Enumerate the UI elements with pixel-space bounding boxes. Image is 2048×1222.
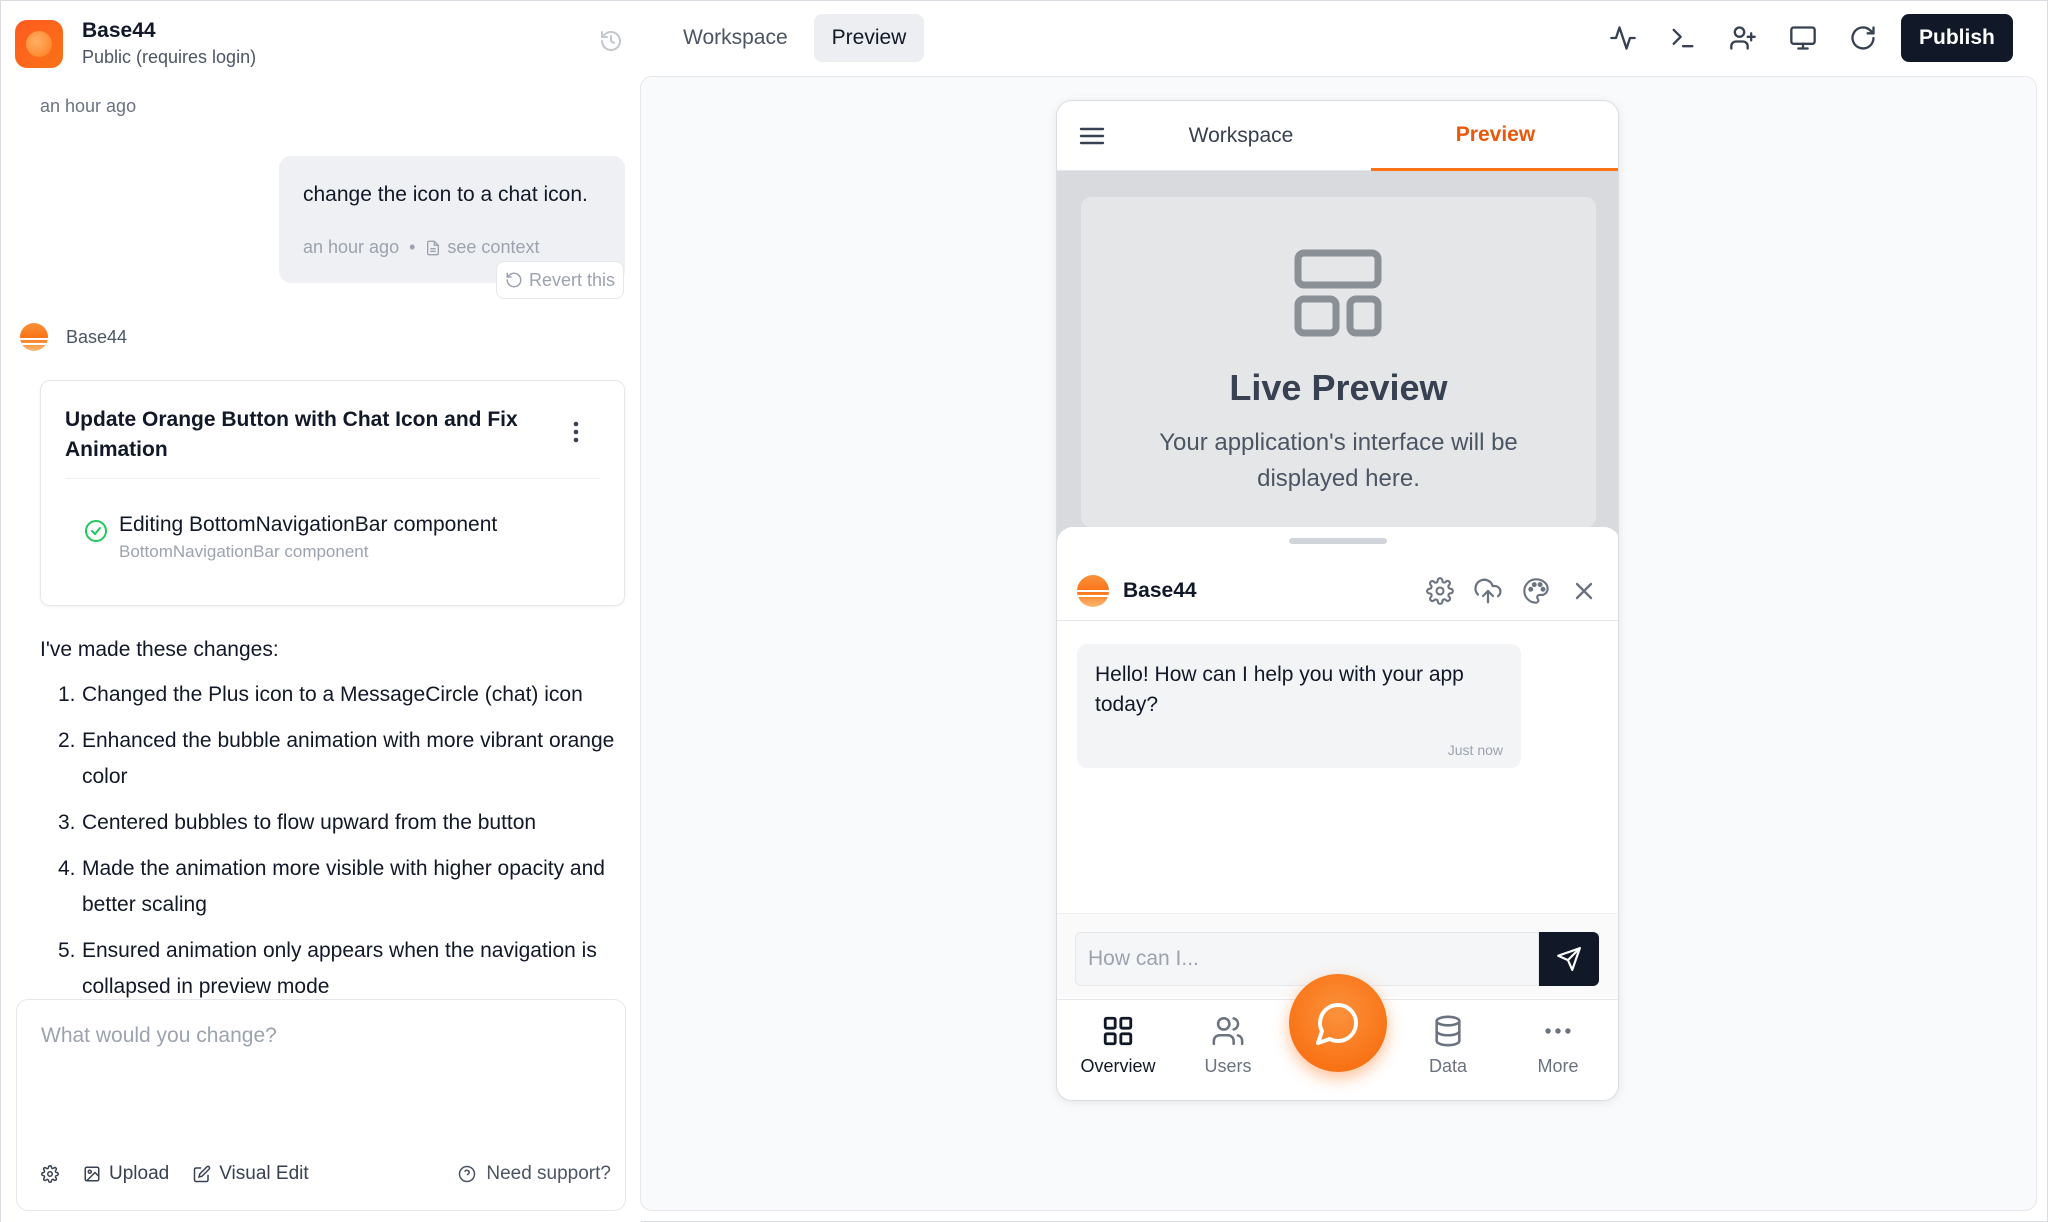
assistant-message-time: Just now [1447,742,1503,758]
image-icon [84,1166,100,1182]
grid-icon [1103,1016,1133,1046]
nav-data[interactable]: Data [1398,1000,1498,1100]
gear-icon[interactable] [1424,575,1456,607]
assistant-message: Hello! How can I help you with your app … [1077,644,1521,768]
live-preview-title: Live Preview [1229,367,1448,408]
prompt-toolbar: Upload Visual Edit Need support? [41,1163,611,1185]
bot-header: Base44 [20,323,127,351]
task-card-title: Update Orange Button with Chat Icon and … [65,408,518,461]
hamburger-icon[interactable] [1079,126,1105,146]
chat-history[interactable]: an hour ago change the icon to a chat ic… [1,89,641,999]
task-subtext: BottomNavigationBar component [119,542,369,561]
logo-sun-icon [26,30,52,57]
palette-icon[interactable] [1520,575,1552,607]
see-context-link[interactable]: see context [425,237,539,258]
brand-header: Base44 Public (requires login) [15,18,256,69]
phone-body: Live Preview Your application's interfac… [1057,171,1618,1100]
app-name: Base44 [82,19,156,42]
users-icon [1212,1016,1244,1046]
nav-users[interactable]: Users [1178,1000,1278,1100]
list-item: 1. Changed the Plus icon to a MessageCirc… [58,683,583,706]
assistant-input[interactable] [1075,932,1539,986]
top-actions: Publish [1599,14,2013,62]
send-icon [1557,947,1581,971]
layout-icon [1294,249,1382,337]
changes-list: 1. Changed the Plus icon to a MessageCirc… [58,677,628,999]
phone-tab-workspace[interactable]: Workspace [1143,101,1339,171]
more-vertical-icon[interactable] [573,421,579,443]
assistant-tools [1424,575,1600,607]
database-icon [1435,1015,1461,1047]
chat-fab-button[interactable] [1289,974,1387,1072]
terminal-icon[interactable] [1659,14,1707,62]
live-preview-description: Your application's interface will be dis… [1159,429,1518,492]
settings-button[interactable] [41,1165,59,1183]
phone-tab-preview[interactable]: Preview [1371,101,1618,171]
prompt-input[interactable] [41,1024,601,1048]
app-visibility[interactable]: Public (requires login) [82,45,256,69]
add-user-icon[interactable] [1719,14,1767,62]
history-icon[interactable] [599,29,623,53]
revert-icon [506,272,522,288]
gear-icon [41,1165,59,1183]
refresh-icon[interactable] [1839,14,1887,62]
nav-more[interactable]: More [1508,1000,1608,1100]
help-circle-icon [459,1165,476,1183]
task-card: Update Orange Button with Chat Icon and … [40,380,625,606]
meta-separator: • [409,237,416,257]
changes-intro: I've made these changes: [40,638,279,661]
monitor-icon[interactable] [1779,14,1827,62]
phone-header: Workspace Preview [1057,101,1618,171]
user-message-text: change the icon to a chat icon. [303,183,588,206]
assistant-avatar [1077,575,1109,607]
send-button[interactable] [1539,932,1599,986]
cloud-upload-icon[interactable] [1472,575,1504,607]
user-message-meta: an hour ago • see context [303,237,539,258]
message-circle-icon [1316,1003,1358,1045]
assistant-brand: Base44 [1077,575,1197,607]
user-message-time: an hour ago [303,237,400,257]
chat-sidebar: Base44 Public (requires login) an hour a… [1,1,641,1222]
view-tabs: Workspace Preview [665,14,925,62]
revert-button[interactable]: Revert this [496,261,625,299]
upload-button[interactable]: Upload [83,1163,169,1185]
activity-icon[interactable] [1599,14,1647,62]
app-window: Base44 Public (requires login) an hour a… [0,0,2048,1222]
live-preview-card: Live Preview Your application's interfac… [1081,197,1596,527]
nav-overview[interactable]: Overview [1068,1000,1168,1100]
publish-button[interactable]: Publish [1901,14,2013,62]
timestamp: an hour ago [40,96,137,116]
assistant-name: Base44 [1123,579,1197,602]
phone-preview: Workspace Preview Live Preview Your appl… [1056,100,1619,1101]
app-logo[interactable] [15,19,63,68]
drag-handle[interactable] [1289,538,1387,544]
more-icon [1545,1028,1571,1034]
card-divider [65,478,600,479]
assistant-header: Base44 [1057,561,1618,621]
edit-icon [193,1165,211,1183]
assistant-message-text: Hello! How can I help you with your app … [1095,663,1464,716]
list-item: 2. Enhanced the bubble animation with mor… [58,729,615,788]
support-link[interactable]: Need support? [458,1163,611,1185]
tab-preview[interactable]: Preview [813,14,925,62]
document-icon [427,240,440,255]
bot-name: Base44 [66,326,128,347]
task-text: Editing BottomNavigationBar component [119,513,498,536]
bot-avatar [20,323,48,351]
list-item: 5. Ensured animation only appears when th… [58,939,597,998]
close-icon[interactable] [1568,575,1600,607]
tab-workspace[interactable]: Workspace [665,14,806,62]
list-item: 3. Centered bubbles to flow upward from t… [58,811,537,834]
prompt-box: Upload Visual Edit Need support? [16,999,626,1211]
visual-edit-button[interactable]: Visual Edit [193,1163,309,1185]
list-item: 4. Made the animation more visible with h… [58,857,605,916]
check-circle-icon [84,519,108,543]
